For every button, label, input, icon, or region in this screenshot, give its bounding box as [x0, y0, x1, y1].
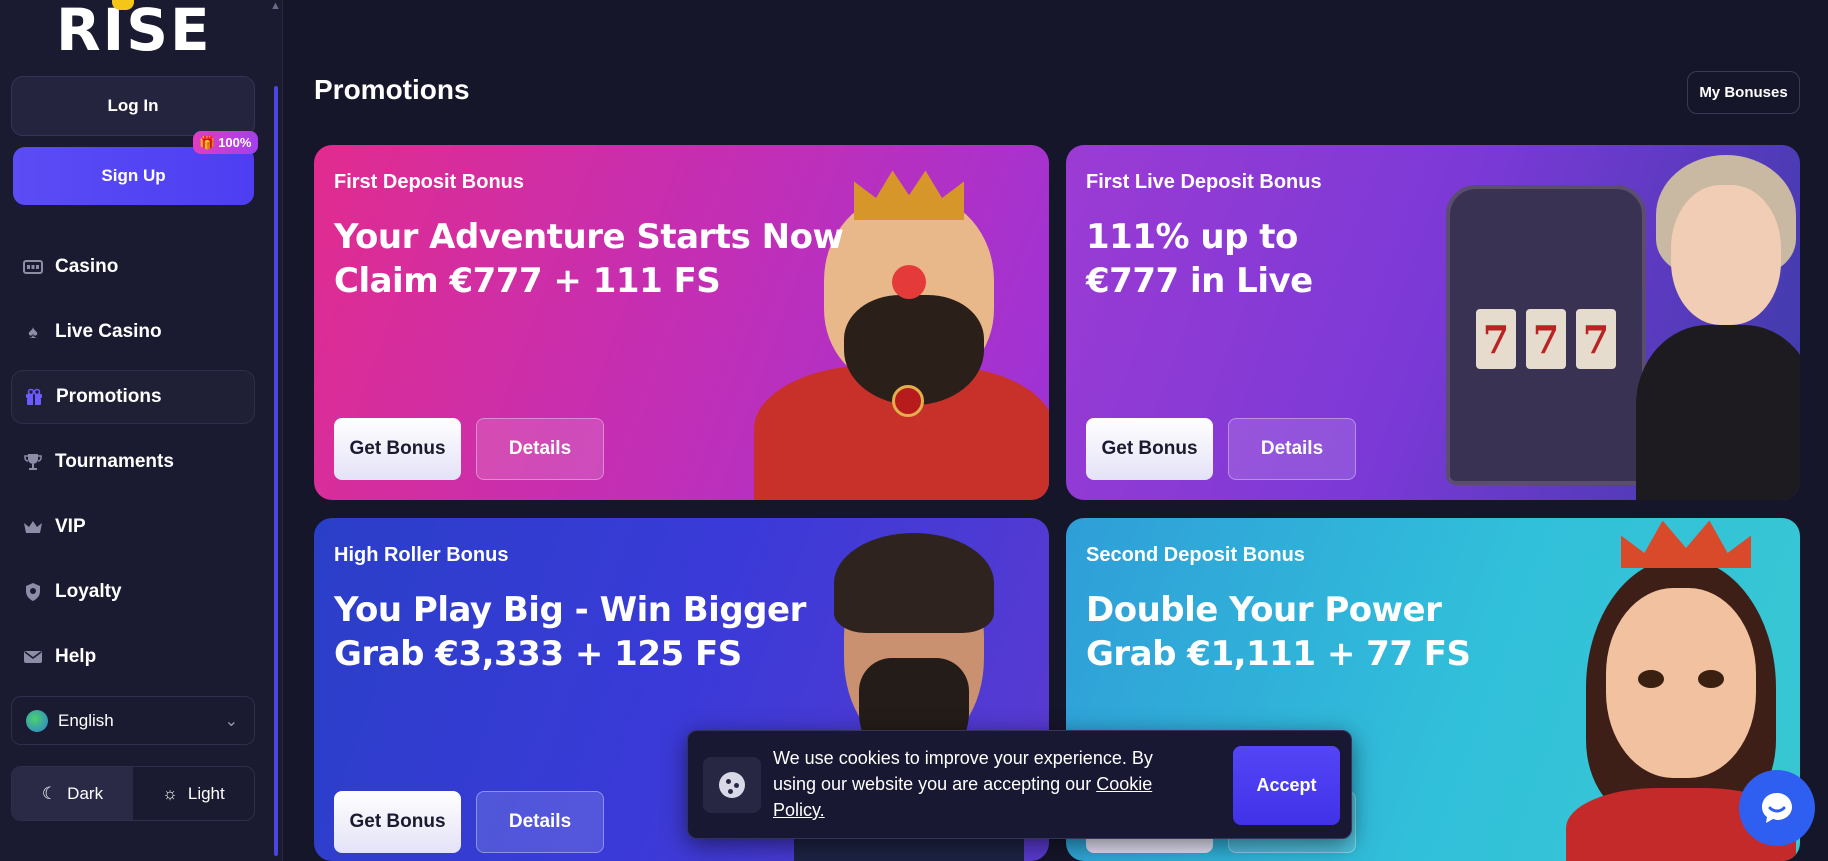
sidebar-item-label: Loyalty [55, 581, 122, 602]
sidebar-item-vip[interactable]: VIP [11, 500, 255, 554]
get-bonus-button[interactable]: Get Bonus [334, 418, 461, 480]
promo-card-first-deposit: First Deposit Bonus Your Adventure Start… [314, 145, 1049, 500]
theme-light-label: Light [187, 783, 225, 803]
details-button[interactable]: Details [476, 418, 604, 480]
page-title: Promotions [314, 74, 470, 105]
get-bonus-button[interactable]: Get Bonus [1086, 418, 1213, 480]
sidebar-item-label: Live Casino [55, 321, 162, 342]
rogue-hair-illustration [834, 533, 994, 633]
theme-dark-button[interactable]: ☾ Dark [12, 767, 133, 820]
sidebar: RISE ▲ Log In Sign Up 🎁 100% Casino ♠ Li… [0, 0, 283, 861]
queen-dress-illustration [1636, 325, 1800, 500]
login-button[interactable]: Log In [11, 76, 255, 136]
cookie-icon [703, 757, 761, 813]
sidebar-item-promotions[interactable]: Promotions [11, 370, 255, 424]
spade-icon: ♠ [28, 321, 38, 342]
sidebar-item-live-casino[interactable]: ♠ Live Casino [11, 305, 255, 359]
theme-light-button[interactable]: ☼ Light [133, 767, 254, 820]
sidebar-scrollbar[interactable] [274, 86, 278, 856]
my-bonuses-button[interactable]: My Bonuses [1687, 71, 1800, 114]
gift-icon: 🎁 [199, 134, 216, 150]
sidebar-item-label: Help [55, 646, 97, 667]
promo-tag: Second Deposit Bonus [1086, 544, 1305, 566]
chat-launcher-button[interactable] [1739, 770, 1815, 846]
language-label: English [58, 710, 114, 730]
slot-reel: 7 [1476, 309, 1516, 369]
cookie-accept-button[interactable]: Accept [1233, 746, 1340, 825]
slot-reel: 7 [1576, 309, 1616, 369]
promo-headline: 111% up to €777 in Live [1086, 217, 1313, 301]
theme-toggle: ☾ Dark ☼ Light [11, 766, 255, 821]
cookie-banner: We use cookies to improve your experienc… [687, 730, 1352, 839]
globe-icon [26, 709, 48, 732]
queen-face-illustration [1671, 185, 1781, 325]
promo-headline: You Play Big - Win Bigger Grab €3,333 + … [334, 590, 806, 674]
sun-icon: ☼ [162, 783, 178, 803]
sidebar-item-label: VIP [55, 516, 86, 537]
sidebar-item-label: Casino [55, 256, 119, 277]
details-button[interactable]: Details [1228, 418, 1356, 480]
sidebar-item-label: Promotions [56, 386, 162, 407]
slot-reel: 7 [1526, 309, 1566, 369]
sidebar-item-help[interactable]: Help [11, 630, 255, 684]
king-crown-illustration [854, 170, 964, 220]
trophy-icon [22, 451, 44, 473]
lady-crown-illustration [1621, 520, 1751, 568]
lady-eye-illustration [1638, 670, 1664, 688]
promo-tag: High Roller Bonus [334, 544, 509, 566]
lady-face-illustration [1606, 588, 1756, 778]
scroll-up-arrow-icon[interactable]: ▲ [270, 0, 281, 12]
cookie-message: We use cookies to improve your experienc… [773, 745, 1183, 823]
sidebar-nav: Casino ♠ Live Casino Promotions Tourname… [11, 240, 255, 695]
promo-headline: Double Your Power Grab €1,111 + 77 FS [1086, 590, 1471, 674]
sidebar-item-casino[interactable]: Casino [11, 240, 255, 294]
promo-tag: First Deposit Bonus [334, 171, 525, 193]
get-bonus-button[interactable]: Get Bonus [334, 791, 461, 853]
moon-icon: ☾ [41, 783, 58, 803]
king-gem-illustration [892, 385, 924, 417]
king-nose-illustration [892, 265, 926, 299]
lady-eye-illustration [1698, 670, 1724, 688]
signup-button[interactable]: Sign Up [13, 147, 254, 205]
promo-card-first-live-deposit: 7 7 7 First Live Deposit Bonus 111% up t… [1066, 145, 1800, 500]
promo-headline: Your Adventure Starts Now Claim €777 + 1… [334, 217, 844, 301]
gift-icon [23, 386, 45, 408]
sidebar-item-tournaments[interactable]: Tournaments [11, 435, 255, 489]
signup-bonus-badge: 🎁 100% [193, 131, 259, 154]
chat-bubble-icon [1762, 793, 1792, 823]
casino-icon [22, 256, 44, 278]
promo-tag: First Live Deposit Bonus [1086, 171, 1322, 193]
details-button[interactable]: Details [476, 791, 604, 853]
signup-badge-text: 100% [218, 135, 252, 150]
sidebar-item-loyalty[interactable]: Loyalty [11, 565, 255, 619]
chevron-down-icon: ⌄ [224, 713, 238, 730]
rise-logo[interactable]: RISE [56, 0, 212, 59]
theme-dark-label: Dark [67, 783, 104, 803]
crown-icon [22, 516, 44, 538]
mail-icon [22, 646, 44, 668]
shield-icon [22, 581, 44, 603]
slot-machine-illustration: 7 7 7 [1446, 185, 1646, 485]
sidebar-item-label: Tournaments [55, 451, 174, 472]
language-selector[interactable]: English ⌄ [11, 696, 255, 745]
